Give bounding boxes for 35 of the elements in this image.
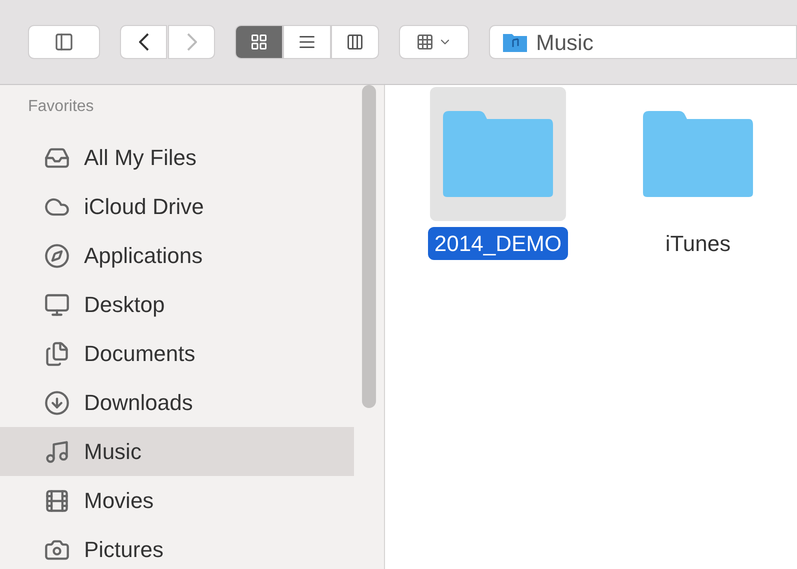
sidebar-item[interactable]: Music (0, 427, 354, 476)
chevron-right-icon (186, 33, 196, 51)
documents-icon (44, 340, 70, 366)
download-icon (44, 390, 70, 416)
sidebar-heading: Favorites (27, 97, 95, 117)
view-mode-button[interactable] (283, 25, 331, 59)
sidebar-item[interactable]: Pictures (0, 525, 354, 569)
sidebar-item[interactable]: Movies (0, 476, 354, 525)
monitor-icon (44, 292, 70, 318)
sidebar-item[interactable]: All My Files (0, 133, 354, 182)
sidebar-icon (54, 32, 74, 52)
path-text: Music (536, 28, 594, 56)
sidebar-item[interactable]: iCloud Drive (0, 182, 354, 231)
sidebar-item[interactable]: Documents (0, 329, 354, 378)
columns-icon (346, 33, 364, 51)
sidebar-item[interactable]: Applications (0, 231, 354, 280)
compass-icon (44, 242, 70, 268)
grid-icon (250, 33, 268, 51)
view-mode-button[interactable] (235, 25, 283, 59)
film-icon (44, 488, 70, 514)
back-button[interactable] (120, 25, 167, 59)
view-mode-button[interactable] (331, 25, 379, 59)
chevron-left-icon (138, 33, 148, 51)
folder-item[interactable]: iTunes (623, 87, 773, 260)
arrange-button[interactable] (399, 25, 469, 59)
path-field[interactable]: Music (489, 25, 797, 59)
grid-icon (416, 33, 434, 51)
sidebar-toggle-button[interactable] (28, 25, 100, 59)
folder-icon (441, 109, 555, 199)
list-icon (298, 33, 316, 51)
folder-icon (641, 109, 755, 199)
music-folder-icon (502, 31, 528, 53)
music-note-icon (44, 438, 70, 464)
sidebar-item[interactable]: Desktop (0, 280, 354, 329)
sidebar-item[interactable]: Downloads (0, 378, 354, 427)
